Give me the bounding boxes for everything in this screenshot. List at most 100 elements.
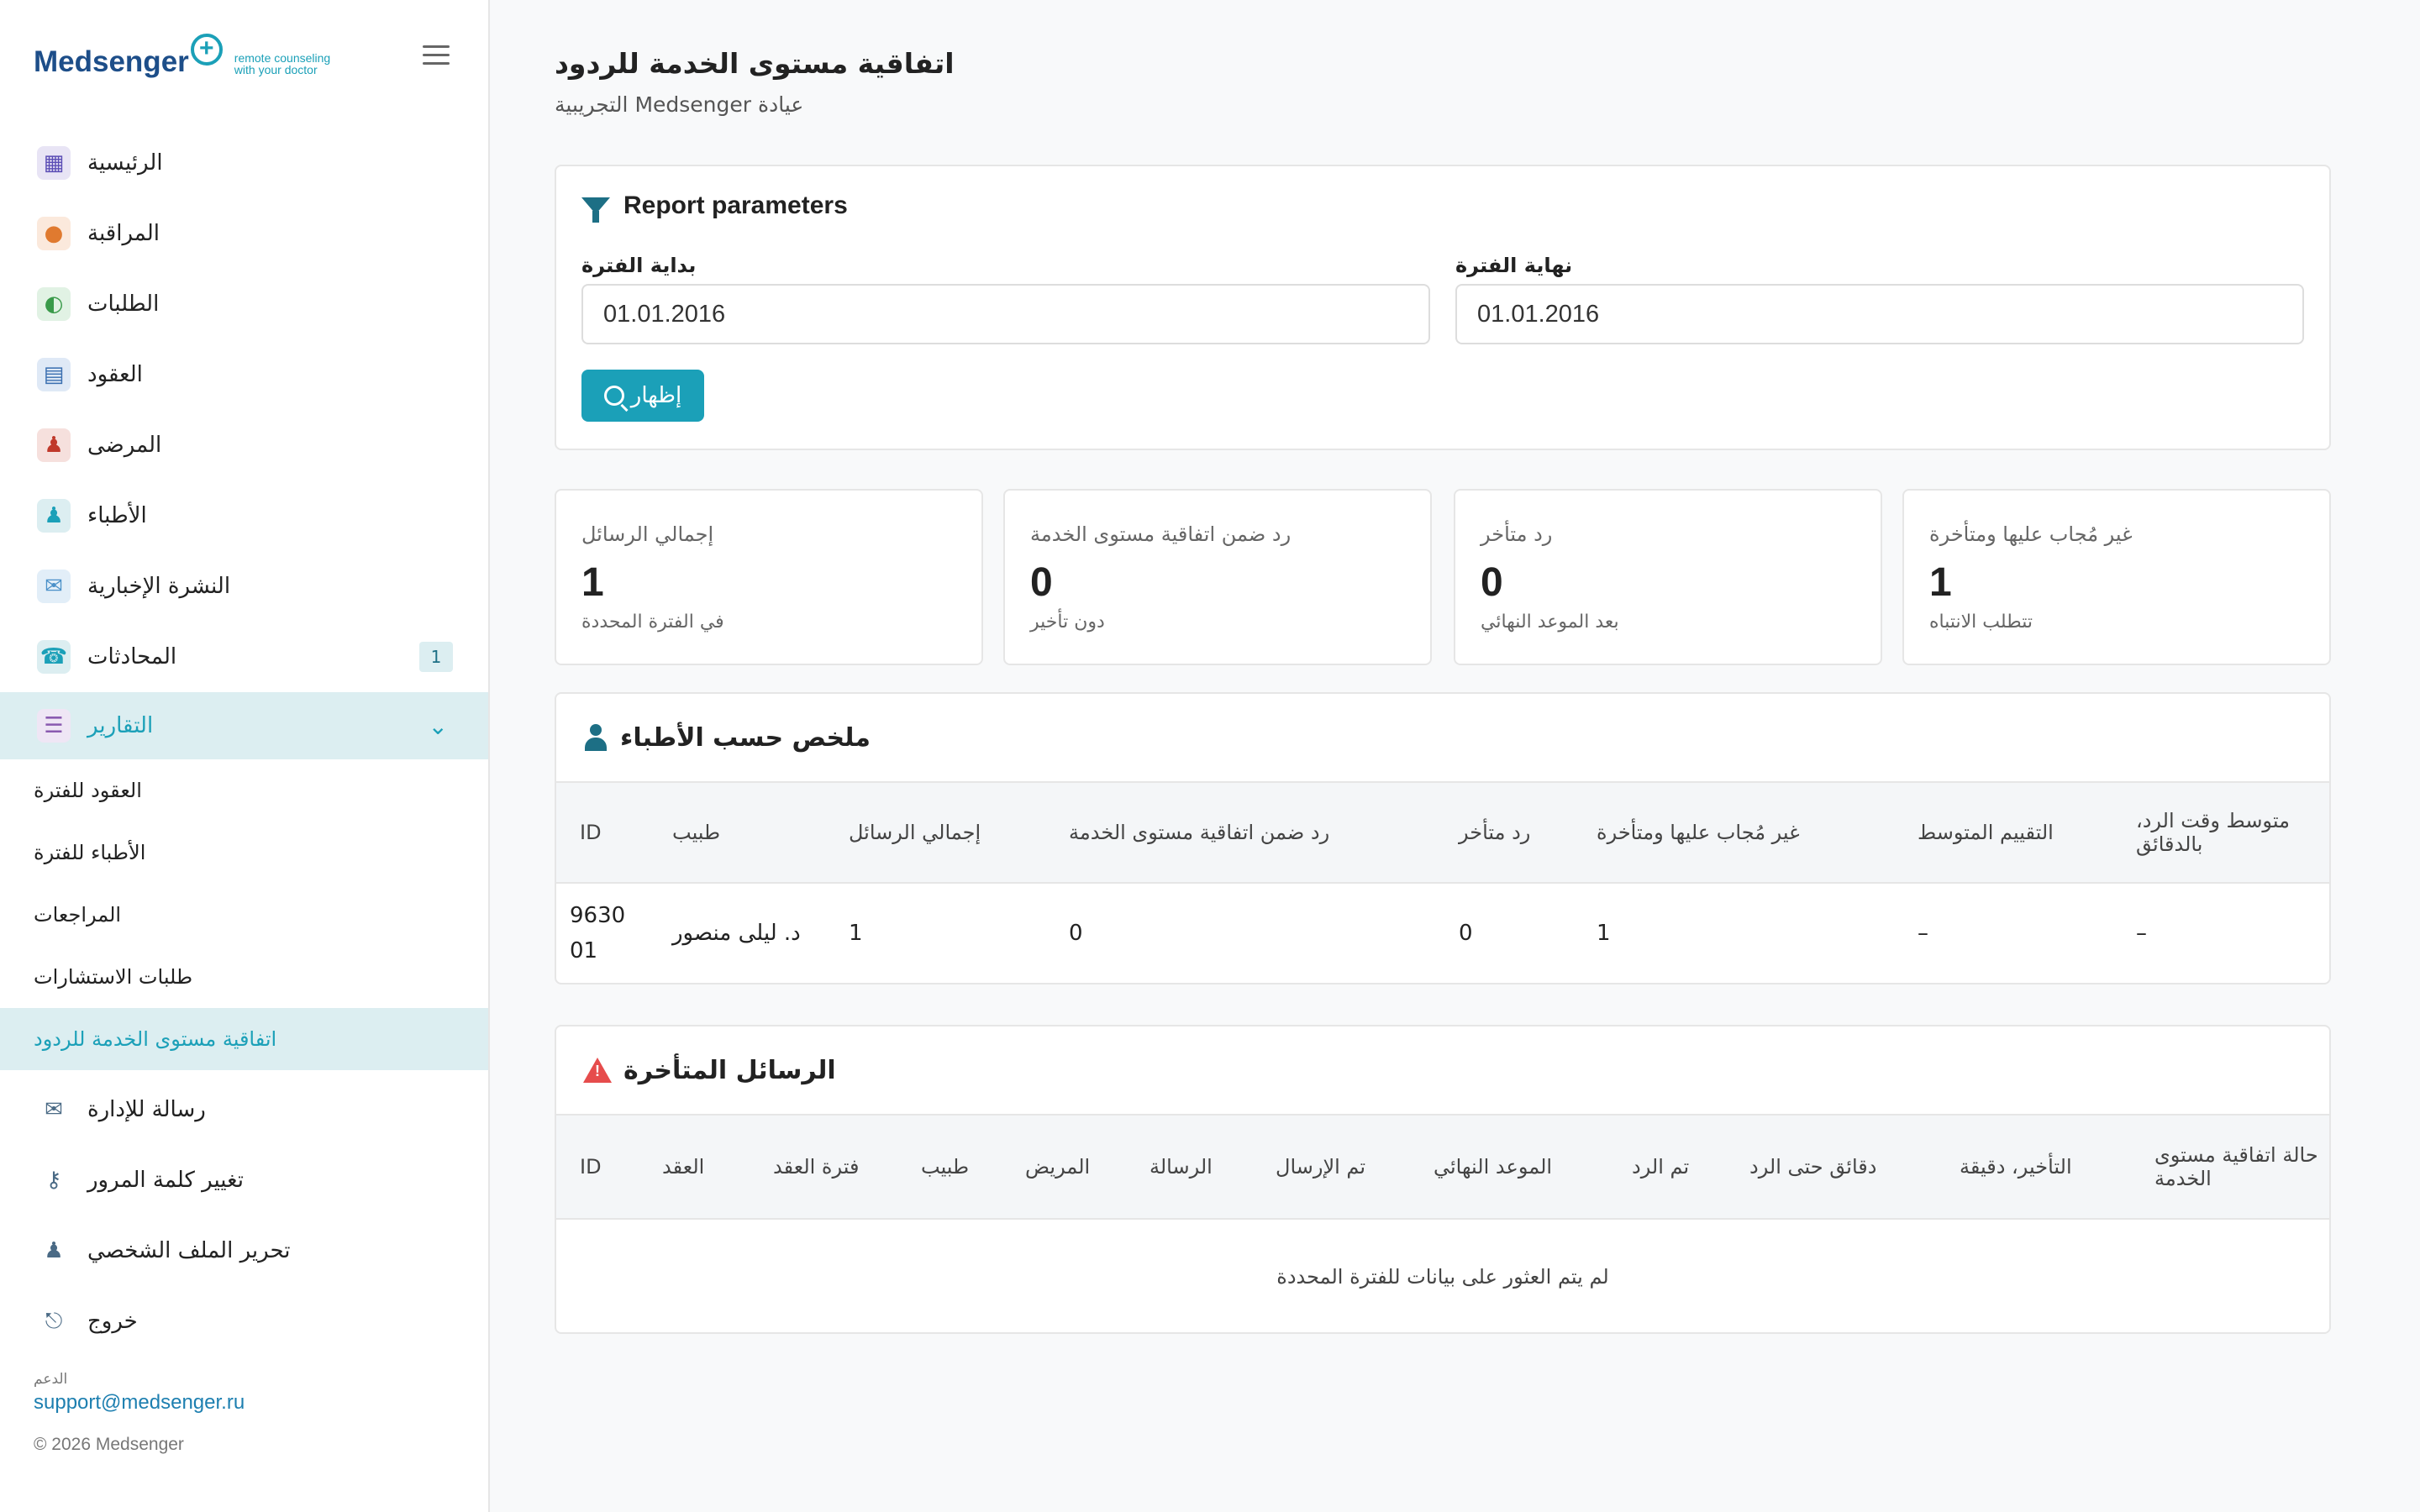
- sidebar-item-edit-profile[interactable]: ♟ تحرير الملف الشخصي: [0, 1215, 488, 1286]
- end-date-input[interactable]: 01.01.2016: [1455, 284, 2304, 344]
- stat-card-late: رد متأخر 0 بعد الموعد النهائي: [1454, 489, 1882, 665]
- key-icon: ⚷: [45, 1168, 62, 1193]
- empty-row: لم يتم العثور على بيانات للفترة المحددة: [556, 1219, 2329, 1333]
- cell-late: 0: [1459, 920, 1473, 946]
- sidebar-item-label: رسالة للإدارة: [87, 1097, 206, 1122]
- late-messages-header: الرسائل المتأخرة: [556, 1026, 2329, 1114]
- subnav-item-reviews[interactable]: المراجعات: [0, 884, 488, 946]
- column-header[interactable]: المريض: [992, 1114, 1116, 1220]
- doctor-icon: ●: [37, 217, 71, 250]
- brand-tagline: remote counseling with your doctor: [234, 52, 330, 76]
- sidebar-item-logout[interactable]: ⎋ خروج: [0, 1286, 488, 1357]
- empty-state-text: لم يتم العثور على بيانات للفترة المحددة: [1276, 1264, 1609, 1289]
- menu-toggle-icon[interactable]: [423, 45, 450, 67]
- mail-icon: ✉: [37, 570, 71, 603]
- table-row[interactable]: 963001 د. ليلى منصور 1 0 0 1 – –: [556, 883, 2329, 982]
- report-parameters-card: Report parameters بداية الفترة 01.01.201…: [555, 165, 2331, 450]
- sidebar-item-home[interactable]: ▦ الرئيسية: [0, 128, 488, 198]
- late-messages-card: الرسائل المتأخرة ID العقد فترة العقد طبي…: [555, 1025, 2331, 1334]
- sidebar-item-chats[interactable]: ☎ المحادثات 1: [0, 622, 488, 692]
- sidebar-nav: ▦ الرئيسية ● المراقبة ◐ الطلبات ▤ العقود…: [0, 128, 488, 1070]
- stat-value: 1: [581, 560, 604, 605]
- column-header[interactable]: إجمالي الرسائل: [822, 781, 1042, 884]
- sidebar-bottom-nav: ✉ رسالة للإدارة ⚷ تغيير كلمة المرور ♟ تح…: [0, 1074, 488, 1357]
- filter-icon: [581, 197, 610, 223]
- cell-within-sla: 0: [1069, 920, 1083, 946]
- sidebar: Medsenger + remote counseling with your …: [0, 0, 490, 1512]
- doctors-summary-header: ملخص حسب الأطباء: [556, 694, 2329, 781]
- late-messages-title: الرسائل المتأخرة: [623, 1055, 836, 1085]
- support-email-link[interactable]: support@medsenger.ru: [34, 1391, 245, 1415]
- sidebar-item-change-password[interactable]: ⚷ تغيير كلمة المرور: [0, 1145, 488, 1215]
- stat-subtitle: دون تأخير: [1030, 612, 1105, 633]
- sidebar-item-monitoring[interactable]: ● المراقبة: [0, 198, 488, 269]
- page-title: اتفاقية مستوى الخدمة للردود: [555, 47, 955, 80]
- stat-card-unanswered: غير مُجاب عليها ومتأخرة 1 تتطلب الانتباه: [1902, 489, 2331, 665]
- column-header[interactable]: فترة العقد: [739, 1114, 887, 1220]
- table-header-row: ID طبيب إجمالي الرسائل رد ضمن اتفاقية مس…: [556, 781, 2329, 884]
- column-header[interactable]: طبيب: [887, 1114, 992, 1220]
- stat-value: 0: [1030, 560, 1053, 605]
- chevron-down-icon: ⌄: [428, 711, 448, 740]
- envelope-icon: ✉: [45, 1097, 63, 1122]
- sidebar-item-patients[interactable]: ♟ المرضى: [0, 410, 488, 480]
- subnav-item-contracts-period[interactable]: العقود للفترة: [0, 759, 488, 822]
- show-report-button[interactable]: إظهار: [581, 370, 704, 422]
- column-header[interactable]: الرسالة: [1116, 1114, 1242, 1220]
- user-edit-icon: ♟: [44, 1238, 64, 1263]
- doctors-summary-title: ملخص حسب الأطباء: [620, 722, 871, 753]
- column-header[interactable]: تم الإرسال: [1242, 1114, 1400, 1220]
- patients-icon: ♟: [37, 428, 71, 462]
- chats-count-badge: 1: [419, 642, 453, 672]
- start-date-input[interactable]: 01.01.2016: [581, 284, 1430, 344]
- column-header[interactable]: تم الرد: [1598, 1114, 1716, 1220]
- sidebar-item-label: التقارير: [87, 713, 154, 738]
- column-header[interactable]: دقائق حتى الرد: [1716, 1114, 1926, 1220]
- hospital-icon: ▦: [37, 146, 71, 180]
- column-header[interactable]: العقد: [640, 1114, 739, 1220]
- sidebar-item-message-admin[interactable]: ✉ رسالة للإدارة: [0, 1074, 488, 1145]
- brand-logo[interactable]: Medsenger + remote counseling with your …: [34, 34, 330, 81]
- sidebar-item-doctors[interactable]: ♟ الأطباء: [0, 480, 488, 551]
- support-block: الدعم support@medsenger.ru: [34, 1371, 245, 1415]
- show-report-label: إظهار: [630, 383, 682, 408]
- start-date-label: بداية الفترة: [581, 254, 697, 277]
- page-subtitle: التجريبية Medsenger عيادة: [555, 92, 804, 117]
- column-header[interactable]: التقييم المتوسط: [1891, 781, 2109, 884]
- sidebar-item-label: العقود: [87, 362, 143, 387]
- brand-name: Medsenger: [34, 45, 189, 78]
- column-header[interactable]: رد متأخر: [1432, 781, 1570, 884]
- sidebar-item-label: تغيير كلمة المرور: [87, 1168, 244, 1193]
- late-messages-table: ID العقد فترة العقد طبيب المريض الرسالة …: [556, 1114, 2329, 1333]
- column-header[interactable]: ID: [556, 781, 645, 884]
- cell-total: 1: [849, 920, 863, 946]
- cell-avg-rating: –: [1918, 920, 1928, 946]
- column-header[interactable]: طبيب: [645, 781, 822, 884]
- sidebar-item-contracts[interactable]: ▤ العقود: [0, 339, 488, 410]
- subnav-item-sla-replies[interactable]: اتفاقية مستوى الخدمة للردود: [0, 1008, 488, 1070]
- report-parameters-header: Report parameters: [581, 192, 848, 223]
- subnav-item-doctors-period[interactable]: الأطباء للفترة: [0, 822, 488, 884]
- sidebar-item-requests[interactable]: ◐ الطلبات: [0, 269, 488, 339]
- end-date-field: نهاية الفترة 01.01.2016: [1455, 254, 2304, 344]
- column-header[interactable]: رد ضمن اتفاقية مستوى الخدمة: [1042, 781, 1432, 884]
- stat-title: رد ضمن اتفاقية مستوى الخدمة: [1030, 522, 1292, 546]
- report-parameters-title: Report parameters: [623, 192, 848, 219]
- doctors-icon: ♟: [37, 499, 71, 533]
- column-header[interactable]: الموعد النهائي: [1400, 1114, 1598, 1220]
- column-header[interactable]: غير مُجاب عليها ومتأخرة: [1570, 781, 1891, 884]
- cell-doctor: د. ليلى منصور: [672, 920, 801, 946]
- end-date-label: نهاية الفترة: [1455, 254, 1573, 277]
- sidebar-item-newsletter[interactable]: ✉ النشرة الإخبارية: [0, 551, 488, 622]
- column-header[interactable]: حالة اتفاقية مستوى الخدمة: [2124, 1114, 2329, 1220]
- column-header[interactable]: متوسط وقت الرد، بالدقائق: [2109, 781, 2329, 884]
- stat-card-within-sla: رد ضمن اتفاقية مستوى الخدمة 0 دون تأخير: [1003, 489, 1432, 665]
- support-label: الدعم: [34, 1371, 68, 1388]
- sidebar-item-reports[interactable]: ☰ التقارير ⌄: [0, 692, 488, 759]
- column-header[interactable]: التأخير، دقيقة: [1926, 1114, 2124, 1220]
- stat-title: إجمالي الرسائل: [581, 522, 714, 546]
- sidebar-item-label: تحرير الملف الشخصي: [87, 1238, 291, 1263]
- column-header[interactable]: ID: [556, 1114, 640, 1220]
- stat-value: 1: [1929, 560, 1952, 605]
- subnav-item-consultation-requests[interactable]: طلبات الاستشارات: [0, 946, 488, 1008]
